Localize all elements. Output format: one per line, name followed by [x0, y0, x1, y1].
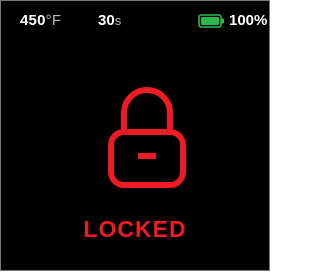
keyhole-slot	[138, 153, 156, 159]
status-bar: 450°F 30s 100%	[1, 11, 269, 33]
temperature-readout: 450°F	[20, 12, 61, 29]
temperature-value: 450	[20, 12, 46, 29]
timer-value: 30	[98, 12, 115, 29]
timer-readout: 30s	[98, 12, 121, 29]
battery-level-fill	[201, 17, 219, 25]
lock-status-label: LOCKED	[83, 216, 187, 242]
battery-percent: 100%	[229, 12, 268, 29]
temperature-unit: °F	[45, 12, 62, 29]
device-screen: 450°F 30s 100% LOCKED	[0, 0, 270, 271]
battery-full-icon	[198, 14, 225, 28]
timer-unit: s	[114, 13, 122, 28]
padlock-locked-icon	[107, 80, 187, 190]
